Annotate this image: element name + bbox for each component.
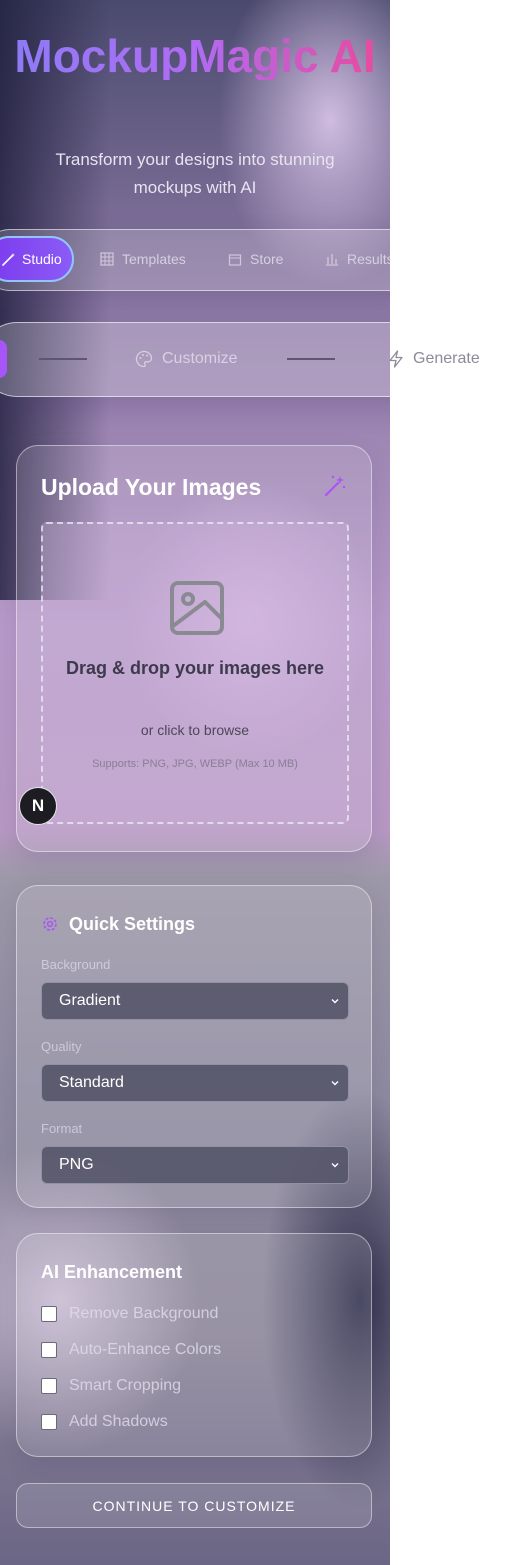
image-icon [170, 581, 224, 635]
wand-icon [2, 253, 15, 266]
tab-results-label: Results [347, 251, 390, 267]
quick-settings-card: Quick Settings Background Gradient Quali… [16, 885, 372, 1208]
quality-select[interactable]: Standard [41, 1064, 349, 1102]
option-add-shadows[interactable]: Add Shadows [41, 1413, 168, 1431]
gear-icon [43, 917, 57, 931]
dropzone[interactable]: Drag & drop your images here or click to… [41, 522, 349, 824]
option-auto-enhance-colors[interactable]: Auto-Enhance Colors [41, 1341, 221, 1359]
tab-studio[interactable]: Studio [0, 236, 74, 282]
checkbox[interactable] [41, 1378, 57, 1394]
tab-templates-label: Templates [122, 251, 186, 267]
upload-card: Upload Your Images Drag & drop your imag… [16, 445, 372, 852]
checkbox[interactable] [41, 1414, 57, 1430]
chevron-down-icon [331, 1163, 339, 1168]
dropzone-formats: Supports: PNG, JPG, WEBP (Max 10 MB) [92, 758, 298, 770]
step-upload-active[interactable] [0, 340, 7, 378]
quality-label: Quality [41, 1039, 82, 1054]
step-connector [287, 358, 335, 360]
continue-button[interactable]: CONTINUE TO CUSTOMIZE [16, 1483, 372, 1528]
format-label: Format [41, 1121, 83, 1136]
tab-results[interactable]: Results [325, 250, 390, 268]
chevron-down-icon [331, 1081, 339, 1086]
magic-wand-icon [324, 475, 346, 497]
option-label: Remove Background [69, 1305, 219, 1322]
app-panel: MockupMagic AI Transform your designs in… [0, 0, 390, 1565]
dev-badge[interactable]: N [19, 787, 57, 825]
app-subtitle: Transform your designs into stunning moc… [55, 150, 335, 197]
palette-icon [135, 350, 153, 368]
dropzone-heading: Drag & drop your images here [65, 658, 325, 678]
format-value: PNG [59, 1156, 94, 1173]
format-select[interactable]: PNG [41, 1146, 349, 1184]
step-generate[interactable]: Generate [388, 350, 480, 368]
ai-enhancement-title: AI Enhancement [41, 1262, 183, 1282]
zap-icon [389, 350, 403, 368]
app-title: MockupMagic AI [0, 32, 390, 80]
tab-studio-label: Studio [22, 251, 62, 267]
grid-icon [100, 252, 114, 266]
bar-chart-icon [326, 254, 338, 266]
store-icon [228, 254, 242, 266]
dropzone-browse-text: or click to browse [140, 722, 250, 738]
chevron-down-icon [331, 999, 339, 1004]
option-label: Add Shadows [69, 1413, 168, 1430]
quality-value: Standard [59, 1074, 124, 1091]
tab-store-label: Store [250, 251, 284, 267]
step-connector [39, 358, 87, 360]
background-value: Gradient [59, 992, 121, 1009]
step-customize[interactable]: Customize [135, 350, 238, 368]
checkbox[interactable] [41, 1306, 57, 1322]
option-label: Smart Cropping [69, 1377, 182, 1394]
checkbox[interactable] [41, 1342, 57, 1358]
tab-store[interactable]: Store [228, 250, 283, 268]
option-remove-background[interactable]: Remove Background [41, 1305, 218, 1323]
ai-enhancement-card: AI Enhancement Remove Background Auto-En… [16, 1233, 372, 1457]
tab-templates[interactable]: Templates [100, 250, 186, 268]
background-label: Background [41, 957, 111, 972]
option-label: Auto-Enhance Colors [69, 1341, 222, 1358]
step-customize-label: Customize [162, 350, 238, 367]
option-smart-cropping[interactable]: Smart Cropping [41, 1377, 181, 1395]
step-generate-label: Generate [413, 350, 480, 367]
quick-settings-title: Quick Settings [69, 914, 196, 934]
upload-title: Upload Your Images [41, 474, 262, 500]
background-select[interactable]: Gradient [41, 982, 349, 1020]
